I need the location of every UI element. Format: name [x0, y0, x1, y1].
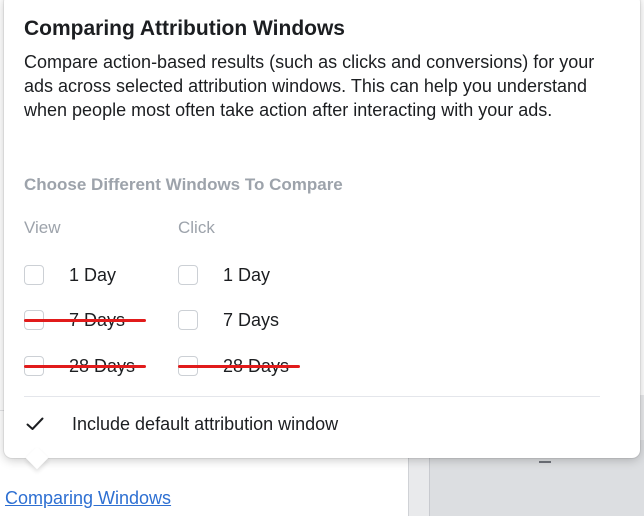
resize-handle	[539, 461, 551, 463]
screen: Comparing Windows Comparing Attribution …	[0, 0, 644, 516]
click-1-day-label: 1 Day	[223, 264, 271, 285]
click-7-days-checkbox[interactable]	[178, 310, 198, 330]
section-title: Choose Different Windows To Compare	[24, 175, 343, 194]
click-7-days-label: 7 Days	[223, 309, 280, 330]
view-7-days-strike-mark	[24, 319, 146, 322]
view-1-day-checkbox[interactable]	[24, 265, 44, 285]
checkmark-icon[interactable]	[25, 414, 45, 434]
click-column-header: Click	[178, 218, 215, 237]
view-1-day-option[interactable]: 1 Day	[24, 262, 116, 288]
popover-title: Comparing Attribution Windows	[24, 17, 345, 40]
popover-description: Compare action-based results (such as cl…	[24, 52, 595, 120]
click-1-day-option[interactable]: 1 Day	[178, 262, 270, 288]
comparing-windows-link[interactable]: Comparing Windows	[5, 488, 171, 509]
include-default-option[interactable]: Include default attribution window	[25, 411, 338, 437]
view-column-header: View	[24, 218, 61, 237]
click-7-days-option[interactable]: 7 Days	[178, 307, 279, 333]
divider	[24, 396, 600, 397]
include-default-label: Include default attribution window	[72, 413, 339, 434]
click-1-day-checkbox[interactable]	[178, 265, 198, 285]
view-1-day-label: 1 Day	[69, 264, 117, 285]
click-28-days-strike-mark	[178, 365, 300, 368]
view-28-days-strike-mark	[24, 365, 146, 368]
attribution-popover: Comparing Attribution Windows Compare ac…	[4, 0, 640, 470]
